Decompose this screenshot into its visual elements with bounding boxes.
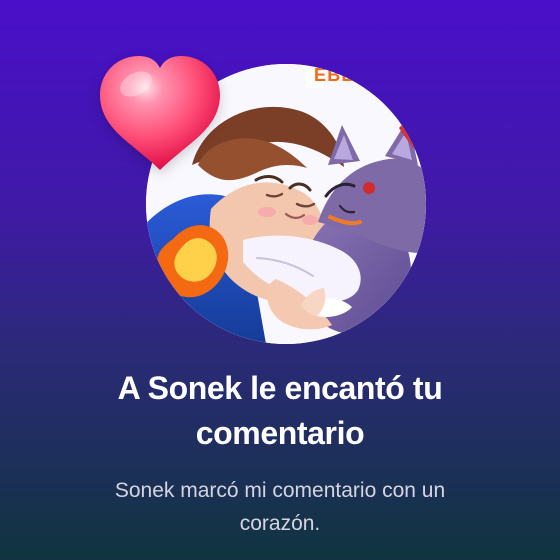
heart-icon [96,52,224,178]
heart-icon-svg [100,56,220,170]
notification-title-line-1: A Sonek le encantó tu [117,370,443,406]
notification-subtitle-line-2: corazón. [239,512,321,535]
notification-subtitle-line-1: Sonek marcó mi comentario con un [114,479,446,502]
notification-subtitle: Sonek marcó mi comentario con un corazón… [60,474,500,540]
avatar-image-text: EBLA [314,65,368,85]
notification-title-line-2: comentario [195,415,365,451]
notification-title: A Sonek le encantó tu comentario [40,366,520,456]
notification-screen: EBLA A Sonek le encantó tu comentario So… [0,0,560,560]
